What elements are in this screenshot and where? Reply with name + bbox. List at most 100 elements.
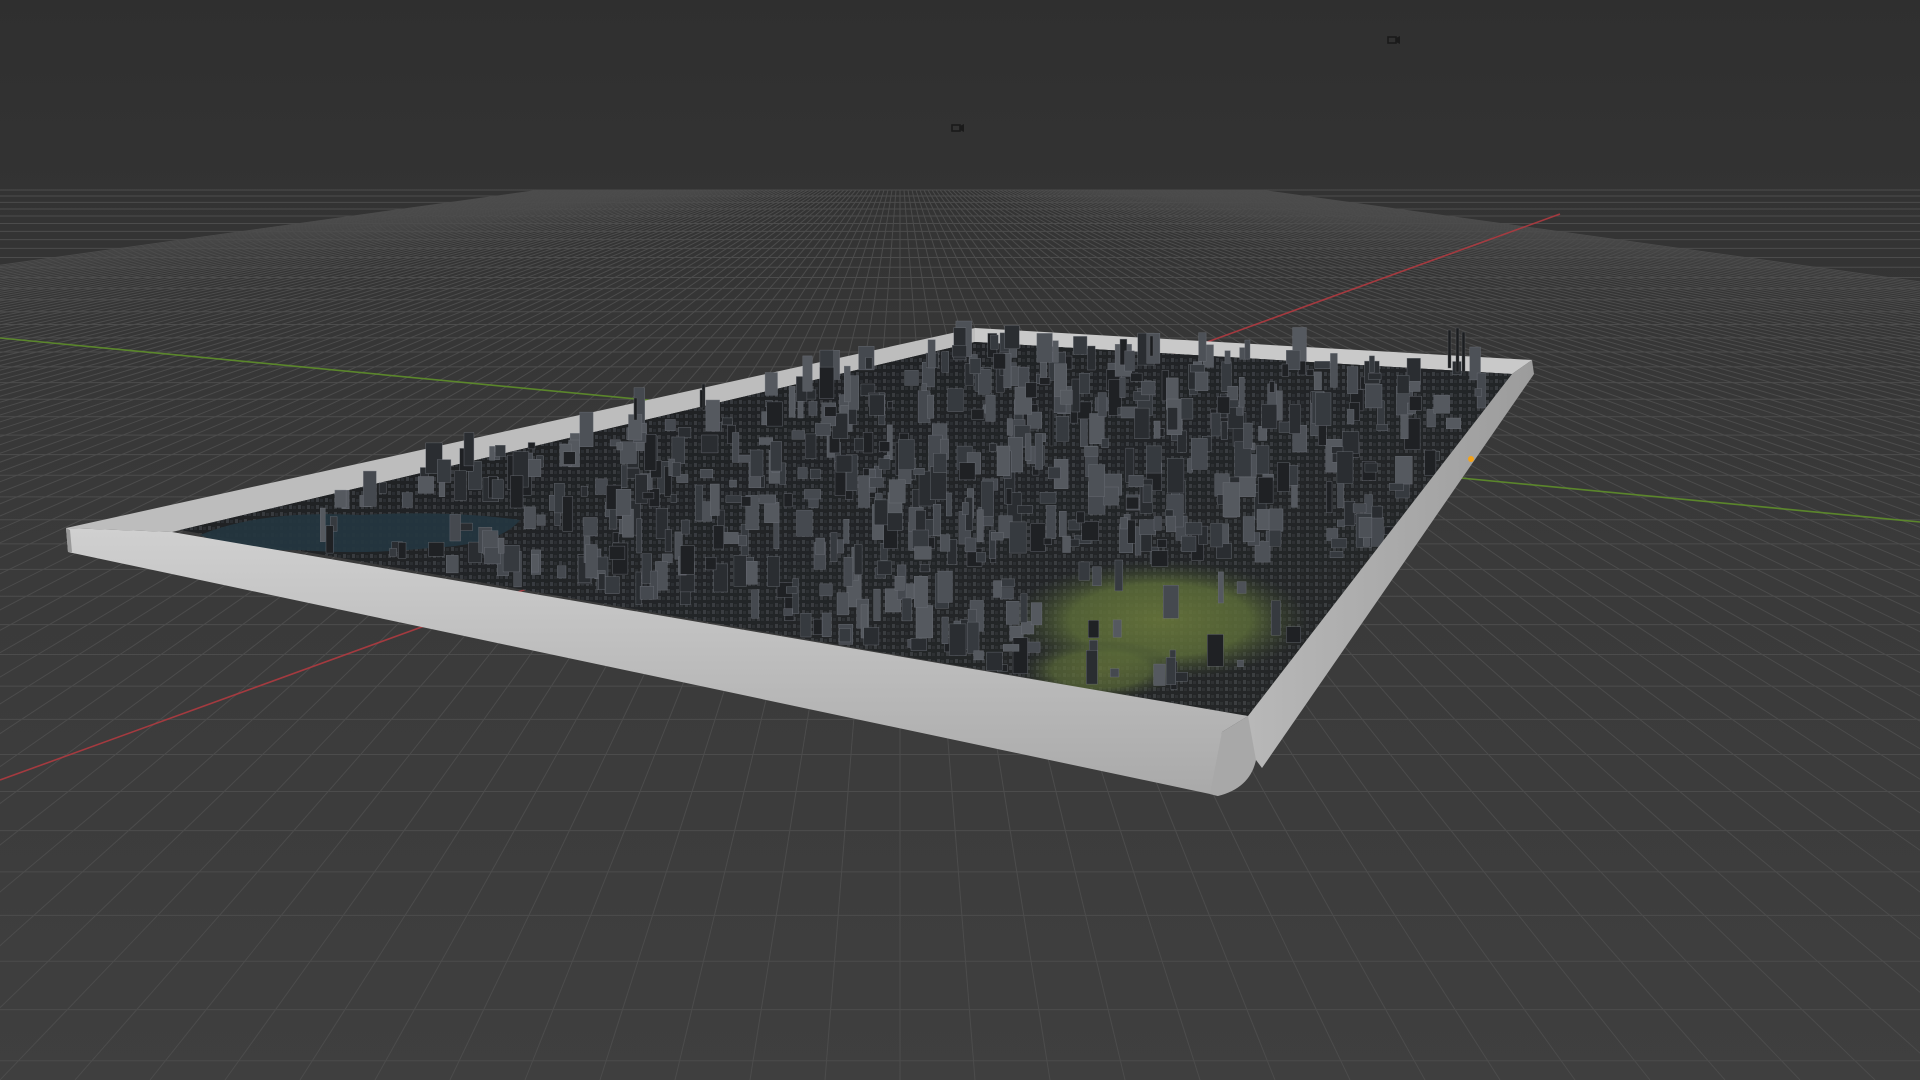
building bbox=[901, 597, 912, 622]
building bbox=[937, 570, 953, 603]
building bbox=[1047, 466, 1061, 479]
building bbox=[1088, 464, 1105, 497]
building bbox=[713, 525, 724, 550]
3d-viewport[interactable] bbox=[0, 0, 1920, 1080]
building bbox=[1097, 392, 1107, 417]
building bbox=[985, 395, 996, 422]
building bbox=[912, 529, 929, 549]
building bbox=[1244, 339, 1251, 360]
building bbox=[1112, 619, 1122, 638]
building bbox=[1221, 421, 1228, 440]
building bbox=[854, 544, 863, 575]
building bbox=[989, 443, 997, 452]
building bbox=[1139, 519, 1156, 535]
building bbox=[973, 650, 984, 661]
building bbox=[705, 557, 717, 571]
building bbox=[1043, 537, 1053, 545]
building bbox=[800, 613, 812, 638]
building bbox=[1078, 561, 1090, 581]
building bbox=[1395, 456, 1413, 485]
building bbox=[1313, 371, 1322, 391]
building bbox=[766, 401, 783, 427]
building bbox=[1062, 535, 1071, 553]
building bbox=[491, 479, 504, 499]
building bbox=[1162, 585, 1179, 619]
building bbox=[764, 372, 778, 396]
building bbox=[1151, 550, 1169, 567]
building bbox=[579, 411, 594, 447]
building bbox=[1036, 333, 1053, 363]
building bbox=[940, 534, 951, 552]
building bbox=[1352, 503, 1367, 513]
building bbox=[976, 552, 986, 563]
building bbox=[813, 618, 823, 635]
building bbox=[810, 468, 821, 480]
building bbox=[1052, 340, 1059, 363]
building bbox=[1166, 458, 1185, 494]
building bbox=[459, 522, 473, 531]
building bbox=[1189, 364, 1205, 373]
building bbox=[1281, 363, 1289, 377]
building bbox=[1409, 396, 1422, 411]
building bbox=[1146, 333, 1161, 364]
building bbox=[1071, 378, 1081, 413]
building bbox=[378, 482, 387, 494]
building bbox=[1128, 475, 1144, 487]
building bbox=[927, 394, 934, 419]
building bbox=[869, 477, 884, 488]
building bbox=[585, 544, 598, 579]
origin-point-icon[interactable] bbox=[1468, 456, 1474, 462]
building bbox=[672, 462, 681, 477]
building bbox=[1326, 481, 1333, 513]
building bbox=[710, 483, 720, 516]
building bbox=[1341, 431, 1360, 454]
building bbox=[750, 449, 764, 477]
building bbox=[941, 616, 949, 644]
building bbox=[770, 441, 782, 472]
building bbox=[976, 509, 984, 543]
building bbox=[1025, 433, 1032, 462]
building bbox=[783, 493, 793, 508]
building bbox=[1073, 336, 1088, 355]
building bbox=[791, 430, 805, 440]
building bbox=[927, 339, 936, 369]
building bbox=[1081, 521, 1100, 541]
building bbox=[536, 514, 546, 526]
building bbox=[1034, 433, 1043, 470]
building bbox=[580, 486, 588, 497]
building bbox=[428, 542, 445, 557]
building bbox=[746, 561, 758, 585]
building bbox=[1194, 371, 1209, 391]
building bbox=[722, 417, 733, 426]
building bbox=[933, 504, 941, 537]
building bbox=[802, 355, 813, 392]
building bbox=[1103, 486, 1119, 506]
building bbox=[805, 433, 817, 459]
building bbox=[1190, 438, 1208, 470]
building bbox=[1210, 412, 1221, 437]
building bbox=[773, 519, 780, 550]
building bbox=[642, 492, 655, 500]
building bbox=[1389, 483, 1405, 491]
building bbox=[1153, 420, 1161, 439]
building bbox=[1006, 601, 1020, 625]
building bbox=[363, 470, 377, 507]
building bbox=[788, 386, 796, 418]
building bbox=[858, 475, 870, 508]
building bbox=[1409, 381, 1421, 392]
building bbox=[1256, 445, 1270, 475]
building bbox=[1003, 644, 1020, 652]
building bbox=[761, 411, 768, 426]
building bbox=[887, 401, 893, 409]
building bbox=[843, 519, 850, 544]
building bbox=[510, 475, 524, 509]
building bbox=[418, 476, 434, 494]
building bbox=[759, 494, 776, 505]
building bbox=[1256, 509, 1270, 530]
building bbox=[1058, 511, 1067, 537]
building bbox=[1268, 529, 1282, 547]
building bbox=[639, 586, 654, 600]
building bbox=[595, 478, 608, 495]
building bbox=[877, 560, 892, 576]
building bbox=[1012, 637, 1028, 674]
